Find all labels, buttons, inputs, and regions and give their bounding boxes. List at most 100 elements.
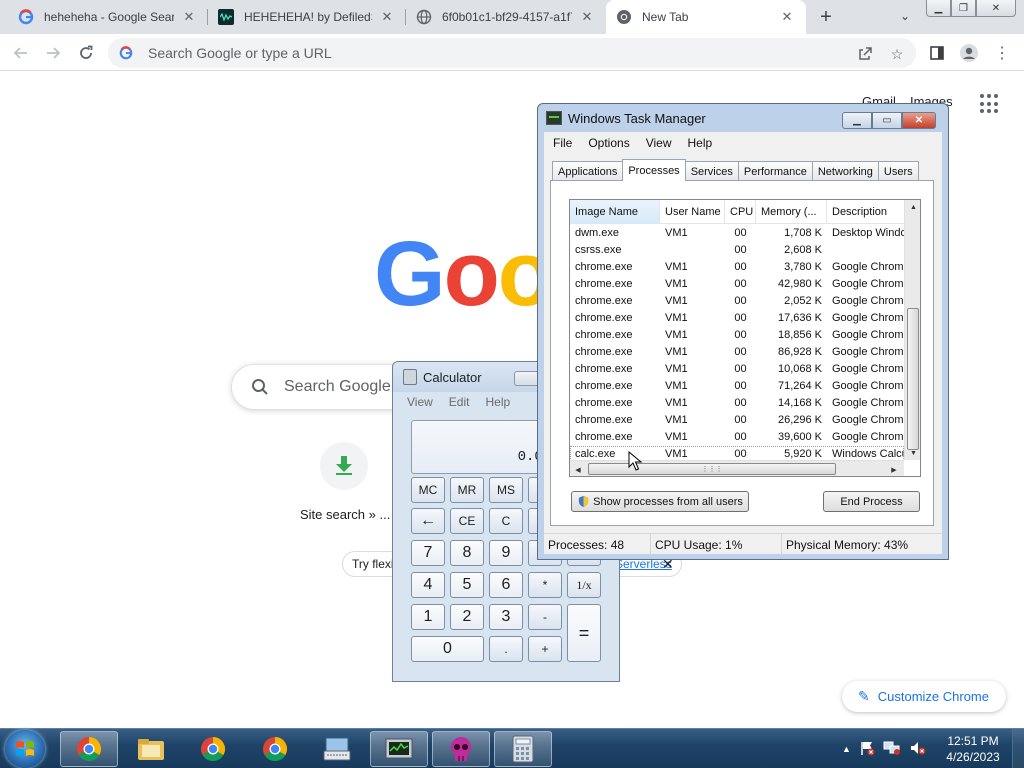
side-panel-icon[interactable] [924,40,950,66]
minimize-icon[interactable]: ▁ [926,0,951,17]
table-row[interactable]: chrome.exe VM1 00 17,636 K Google Chrome [570,310,904,327]
close-icon[interactable]: ✕ [378,8,396,26]
scroll-down-icon[interactable]: ▼ [905,446,920,460]
forward-icon[interactable] [40,40,66,66]
tab-search-icon[interactable]: ⌄ [895,6,915,26]
table-row[interactable]: dwm.exe VM1 00 1,708 K Desktop Window Manage… [570,225,904,242]
taskbar-chrome-1[interactable] [60,731,118,767]
minimize-icon[interactable]: ▁ [842,112,872,129]
table-row[interactable]: chrome.exe VM1 00 26,296 K Google Chrome [570,412,904,429]
close-icon[interactable]: ✕ [976,0,1016,17]
subtract-button[interactable]: - [528,604,562,630]
column-cpu[interactable]: CPU [725,200,756,224]
tab-hehehe[interactable]: HEHEHEHA! by DefiledSalt ✕ [208,0,406,34]
taskbar-skull-app[interactable] [432,731,490,767]
c-button[interactable]: C [489,508,523,534]
show-hidden-icons-icon[interactable]: ▲ [842,744,851,754]
network-icon[interactable] [883,740,901,759]
apps-grid-icon[interactable] [980,94,1000,114]
tab-google-search[interactable]: heheheha - Google Search ✕ [8,0,208,34]
table-row[interactable]: chrome.exe VM1 00 86,928 K Google Chrome [570,344,904,361]
maximize-icon[interactable]: ▭ [872,112,902,129]
scroll-thumb[interactable] [907,308,919,450]
menu-view[interactable]: View [407,395,433,409]
table-row[interactable]: chrome.exe VM1 00 42,980 K Google Chrome [570,276,904,293]
menu-help[interactable]: Help [688,136,713,150]
menu-edit[interactable]: Edit [449,395,470,409]
profile-avatar[interactable] [956,40,982,66]
digit-6-button[interactable]: 6 [489,572,523,598]
table-row[interactable]: chrome.exe VM1 00 10,068 K Google Chrome [570,361,904,378]
omnibox-input[interactable] [148,45,828,61]
kebab-menu-icon[interactable]: ⋮ [989,40,1015,66]
column-memory[interactable]: Memory (... [756,200,827,224]
mc-button[interactable]: MC [411,477,445,503]
tab-users[interactable]: Users [877,161,919,181]
new-tab-button[interactable]: + [814,5,838,29]
table-row[interactable]: chrome.exe VM1 00 14,168 K Google Chrome [570,395,904,412]
digit-2-button[interactable]: 2 [450,604,484,630]
tab-applications[interactable]: Applications [552,161,624,181]
table-row[interactable]: chrome.exe VM1 00 3,780 K Google Chrome [570,259,904,276]
table-row[interactable]: chrome.exe VM1 00 71,264 K Google Chrome [570,378,904,395]
table-row[interactable]: chrome.exe VM1 00 39,600 K Google Chrome [570,429,904,446]
end-process-button[interactable]: End Process [823,491,920,512]
tab-services[interactable]: Services [684,161,739,181]
multiply-button[interactable]: * [528,572,562,598]
close-icon[interactable]: ✕ [778,8,796,26]
digit-7-button[interactable]: 7 [411,540,445,566]
omnibox[interactable]: ☆ [108,38,916,68]
menu-options[interactable]: Options [588,136,629,150]
menu-view[interactable]: View [646,136,672,150]
digit-1-button[interactable]: 1 [411,604,445,630]
backspace-button[interactable]: ← [411,508,445,534]
customize-chrome-button[interactable]: ✎ Customize Chrome [842,681,1006,712]
table-row[interactable]: chrome.exe VM1 00 18,856 K Google Chrome [570,327,904,344]
reload-icon[interactable] [73,40,99,66]
digit-5-button[interactable]: 5 [450,572,484,598]
digit-8-button[interactable]: 8 [450,540,484,566]
taskbar-chrome-2[interactable] [184,731,242,767]
ms-button[interactable]: MS [489,477,523,503]
tab-new-tab[interactable]: New Tab ✕ [606,0,806,34]
decimal-button[interactable]: . [489,636,523,662]
scroll-thumb[interactable]: ⋮⋮⋮ [588,463,836,475]
close-icon[interactable]: ✕ [578,8,596,26]
mr-button[interactable]: MR [450,477,484,503]
taskbar-osk[interactable] [308,731,366,767]
table-row[interactable]: chrome.exe VM1 00 2,052 K Google Chrome [570,293,904,310]
start-button[interactable] [5,730,45,768]
close-icon[interactable]: ✕ [180,8,198,26]
table-row[interactable]: csrss.exe 00 2,608 K [570,242,904,259]
add-button[interactable]: + [528,636,562,662]
tab-processes[interactable]: Processes [622,159,686,181]
bookmark-star-icon[interactable]: ☆ [888,45,906,63]
digit-0-button[interactable]: 0 [411,636,484,662]
volume-muted-icon[interactable] [909,740,927,759]
shortcut-tile[interactable] [320,442,368,490]
shortcut-label[interactable]: Site search » ... [300,507,390,522]
digit-4-button[interactable]: 4 [411,572,445,598]
equals-button[interactable]: = [567,604,601,662]
scroll-left-icon[interactable]: ◀ [570,461,586,476]
column-user-name[interactable]: User Name [660,200,725,224]
tab-networking[interactable]: Networking [811,161,879,181]
share-icon[interactable] [856,45,874,63]
taskbar-chrome-3[interactable] [246,731,304,767]
taskbar-calculator[interactable] [494,731,552,767]
scroll-right-icon[interactable]: ▶ [886,461,902,476]
reciprocal-button[interactable]: 1/x [567,572,601,598]
taskbar-task-manager[interactable] [370,731,428,767]
tab-performance[interactable]: Performance [737,161,813,181]
back-icon[interactable] [8,40,34,66]
tab-guid[interactable]: 6f0b01c1-bf29-4157-a1f7 ✕ [406,0,606,34]
column-image-name[interactable]: Image Name [570,200,660,224]
vertical-scrollbar[interactable]: ▲ ▼ [904,200,920,460]
column-description[interactable]: Description [827,200,904,224]
show-all-processes-button[interactable]: Show processes from all users [571,491,749,512]
taskbar-explorer[interactable] [122,731,180,767]
system-clock[interactable]: 12:51 PM 4/26/2023 [940,733,1006,765]
scroll-up-icon[interactable]: ▲ [905,200,920,214]
digit-3-button[interactable]: 3 [489,604,523,630]
action-center-flag-icon[interactable] [859,740,875,759]
